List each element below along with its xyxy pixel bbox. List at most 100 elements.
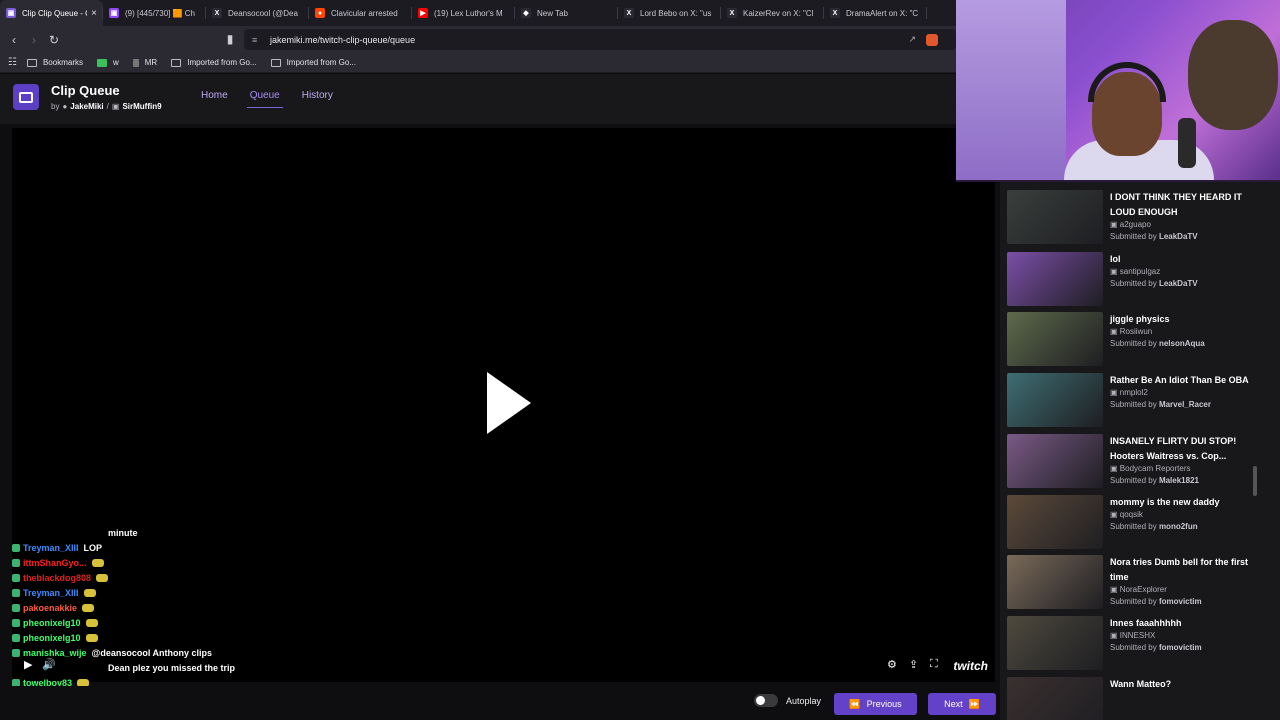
browser-tab[interactable]: X KaizerRev on X: "Cl	[721, 0, 824, 26]
app-title: Clip Queue	[51, 83, 120, 98]
queue-item[interactable]: INSANELY FLIRTY DUI STOP! Hooters Waitre…	[1007, 434, 1267, 490]
clip-thumbnail[interactable]	[1007, 373, 1103, 427]
author-link-2[interactable]: SirMuffin9	[122, 102, 161, 111]
clip-thumbnail[interactable]	[1007, 190, 1103, 244]
reddit-icon: ●	[315, 8, 325, 18]
address-bar[interactable]: ≡ jakemiki.me/twitch-clip-queue/queue ↗	[244, 29, 956, 50]
twitch-icon: ▣	[1110, 220, 1120, 229]
chat-username: pakoenakkie	[23, 602, 78, 613]
queue-scrollbar[interactable]	[1253, 466, 1257, 496]
browser-tab[interactable]: X Lord Bebo on X: "us	[618, 0, 721, 26]
chat-username: Treyman_XIII	[23, 587, 79, 598]
next-button[interactable]: Next ⏩	[928, 693, 996, 715]
chat-line: minute	[12, 525, 312, 540]
clip-channel: ▣ Bodycam Reporters	[1110, 464, 1190, 473]
queue-item[interactable]: I DONT THINK THEY HEARD IT LOUD ENOUGH ▣ …	[1007, 190, 1267, 246]
clip-thumbnail[interactable]	[1007, 434, 1103, 488]
submitted-prefix: Submitted by	[1110, 643, 1157, 652]
chat-line: Treyman_XIII LOP	[12, 540, 312, 555]
clip-channel: ▣ Rosiiwun	[1110, 327, 1152, 336]
tab-title: DramaAlert on X: "C	[846, 8, 919, 18]
browser-tab[interactable]: ▣ Clip Clip Queue - Q ×	[0, 0, 103, 26]
browser-tab[interactable]: ● Clavicular arrested	[309, 0, 412, 26]
queue-item[interactable]: Innes faaahhhhh ▣ INNESHX Submitted by fom…	[1007, 616, 1267, 672]
clip-channel: ▣ nmplol2	[1110, 388, 1148, 397]
byline-prefix: by	[51, 102, 60, 111]
twitch-icon: ▣	[111, 102, 120, 111]
nav-queue[interactable]: Queue	[246, 90, 283, 108]
clip-submitter: Submitted by fomovictim	[1110, 597, 1202, 606]
settings-gear-icon[interactable]: ⚙	[887, 658, 897, 671]
close-tab-icon[interactable]: ×	[91, 8, 97, 19]
browser-tab[interactable]: ◆ New Tab	[515, 0, 618, 26]
bookmarks-bar: ☷ Bookmarks w MR Imported from Go... Importe…	[0, 53, 956, 73]
queue-item[interactable]: Rather Be An Idiot Than Be OBA ▣ nmplol2 S…	[1007, 373, 1267, 429]
w-icon	[96, 58, 107, 67]
twitch-icon: ▣	[1110, 267, 1120, 276]
volume-icon[interactable]: 🔊	[42, 658, 56, 671]
tab-title: KaizerRev on X: "Cl	[743, 8, 814, 18]
forward-icon[interactable]: ›	[24, 30, 44, 50]
bookmark-item[interactable]: Imported from Go...	[270, 58, 356, 67]
clip-thumbnail[interactable]	[1007, 495, 1103, 549]
twitch-icon: ▣	[1110, 631, 1120, 640]
autoplay-label: Autoplay	[786, 696, 822, 706]
clip-thumbnail[interactable]	[1007, 252, 1103, 306]
browser-tab[interactable]: X Deansocool (@Dea	[206, 0, 309, 26]
video-player[interactable]: minute Treyman_XIII LOP ittmShanGyo... thebl…	[12, 128, 995, 718]
play-pause-icon[interactable]: ▶	[24, 658, 32, 671]
apps-icon[interactable]: ☷	[8, 57, 17, 68]
emote-icon	[83, 588, 96, 597]
share-icon[interactable]: ⇪	[909, 658, 918, 671]
site-info-icon[interactable]: ≡	[252, 35, 262, 45]
brave-icon[interactable]	[926, 33, 938, 46]
queue-item[interactable]: Nora tries Dumb bell for the first time ▣…	[1007, 555, 1267, 611]
byline: by ● JakeMiki / ▣ SirMuffin9	[51, 102, 162, 111]
submitter-name: fomovictim	[1158, 643, 1202, 652]
nav-history[interactable]: History	[299, 90, 336, 108]
submitted-prefix: Submitted by	[1110, 476, 1157, 485]
bookmark-item[interactable]: MR	[132, 58, 157, 67]
previous-button[interactable]: ⏪ Previous	[834, 693, 917, 715]
main-nav: Home Queue History	[190, 90, 344, 108]
bookmark-item[interactable]: Imported from Go...	[171, 58, 257, 67]
clip-thumbnail[interactable]	[1007, 616, 1103, 670]
author-link-1[interactable]: JakeMiki	[70, 102, 103, 111]
queue-item[interactable]: mommy is the new daddy ▣ qoqsik Submitted …	[1007, 495, 1267, 551]
chat-username: Treyman_XIII	[23, 542, 79, 553]
queue-item[interactable]: Wann Matteo?	[1007, 677, 1267, 720]
clip-thumbnail[interactable]	[1007, 312, 1103, 366]
queue-item[interactable]: lol ▣ santipulgaz Submitted by LeakDaTV	[1007, 252, 1267, 308]
webcam-overlay	[956, 0, 1280, 182]
bookmark-item[interactable]: Bookmarks	[26, 58, 83, 67]
browser-tab[interactable]: ▣ (9) [445/730] 🟧 Ch	[103, 0, 206, 26]
clip-thumbnail[interactable]	[1007, 677, 1103, 720]
play-icon[interactable]	[487, 372, 531, 434]
bookmark-item[interactable]: w	[96, 58, 119, 67]
bookmarks-icon	[26, 58, 37, 67]
tab-bar: ▣ Clip Clip Queue - Q × ▣ (9) [445/730] 🟧 Ch…	[0, 0, 956, 26]
fullscreen-icon[interactable]: ⛶	[930, 658, 938, 671]
browser-tab[interactable]: X DramaAlert on X: "C	[824, 0, 927, 26]
tab-title: Lord Bebo on X: "us	[640, 8, 712, 18]
bookmark-icon[interactable]: ▮	[220, 29, 240, 49]
emote-icon	[91, 558, 104, 567]
chat-line: ittmShanGyo...	[12, 555, 312, 570]
share-icon[interactable]: ↗	[908, 34, 916, 45]
channel-name: qoqsik	[1119, 510, 1143, 519]
bookmark-label: Imported from Go...	[187, 58, 257, 67]
reload-icon[interactable]: ↻	[44, 30, 64, 50]
app-logo-icon[interactable]	[13, 84, 39, 110]
browser-tab[interactable]: ▶ (19) Lex Luthor's M	[412, 0, 515, 26]
clip-channel: ▣ NoraExplorer	[1110, 585, 1167, 594]
back-icon[interactable]: ‹	[4, 30, 24, 50]
nav-home[interactable]: Home	[198, 90, 231, 108]
clip-thumbnail[interactable]	[1007, 555, 1103, 609]
byline-separator: /	[106, 102, 109, 111]
x-icon: X	[624, 8, 634, 18]
twitch-logo[interactable]: twitch	[953, 659, 988, 673]
submitted-prefix: Submitted by	[1110, 279, 1157, 288]
tab-title: Clavicular arrested	[331, 8, 398, 18]
autoplay-toggle[interactable]	[754, 694, 778, 707]
queue-item[interactable]: jiggle physics ▣ Rosiiwun Submitted by nel…	[1007, 312, 1267, 368]
